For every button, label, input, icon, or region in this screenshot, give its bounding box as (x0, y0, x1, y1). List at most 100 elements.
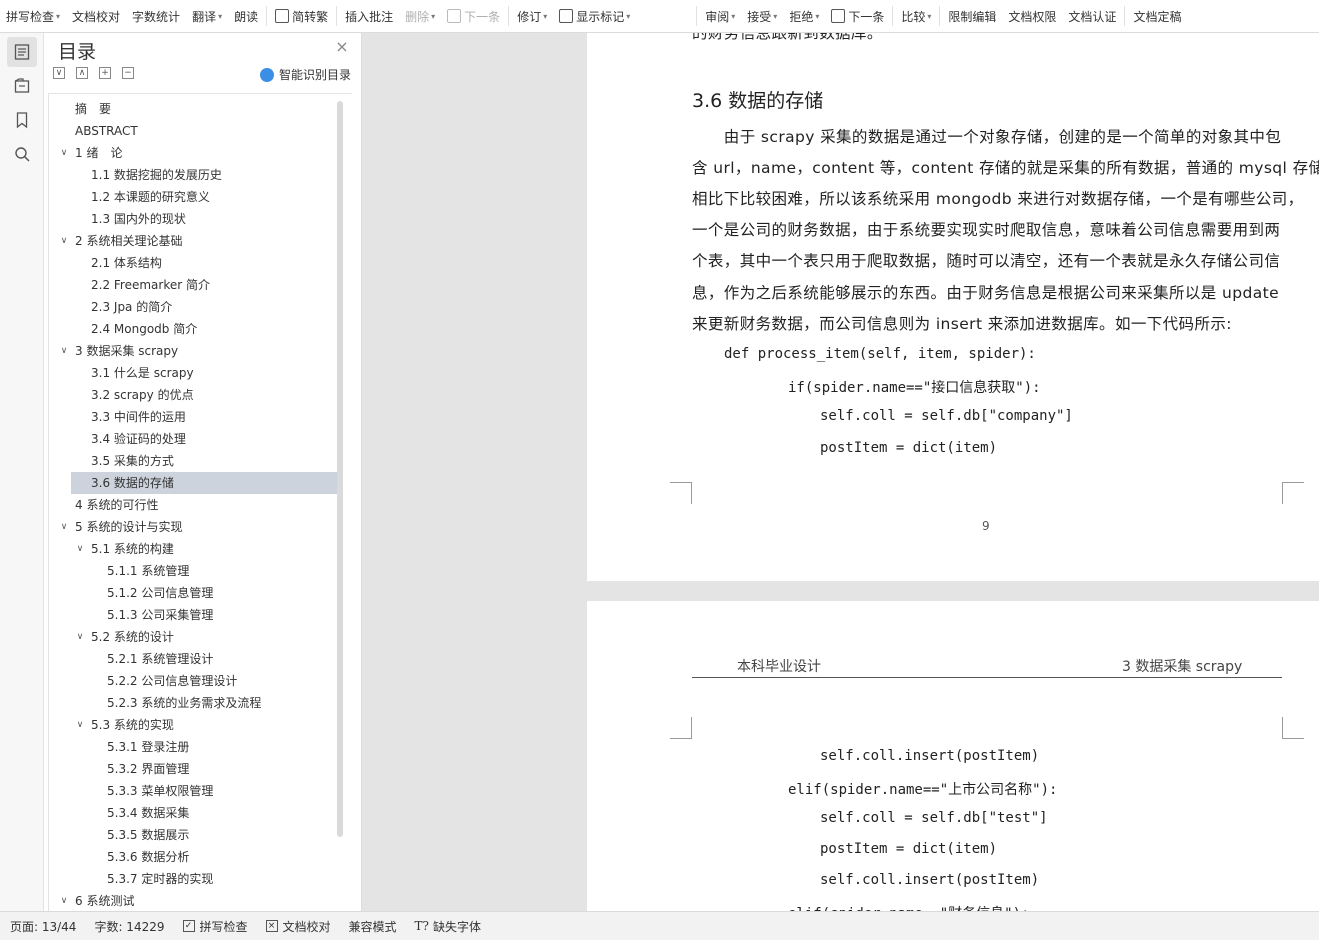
chevron-down-icon[interactable]: ∨ (59, 142, 69, 164)
page-indicator[interactable]: 页面: 13/44 (10, 918, 76, 935)
toc-item-selected[interactable]: 3.6 数据的存储 (71, 472, 337, 494)
toc-item[interactable]: ∨ 6 系统测试 (49, 890, 337, 911)
toc-item-label: 6 系统测试 (75, 894, 135, 908)
toc-item[interactable]: ∨ 3 数据采集 scrapy (49, 340, 337, 362)
read-aloud-button[interactable]: 朗读 (228, 5, 264, 27)
toc-item[interactable]: 1.1 数据挖掘的发展历史 (49, 164, 337, 186)
toc-item[interactable]: ∨ 5.3 系统的实现 (49, 714, 337, 736)
toc-item[interactable]: 5.3.7 定时器的实现 (49, 868, 337, 890)
toc-item-label: 2.3 Jpa 的简介 (91, 300, 173, 314)
missing-font-button[interactable]: T? 缺失字体 (415, 918, 481, 935)
compat-mode-indicator[interactable]: 兼容模式 (349, 918, 397, 935)
toc-scrollbar[interactable] (337, 101, 343, 837)
chapter-pane-button[interactable] (7, 71, 37, 101)
toc-item-label: 3.6 数据的存储 (91, 476, 174, 490)
word-count-button[interactable]: 字数统计 (126, 5, 186, 27)
search-pane-button[interactable] (7, 139, 37, 169)
toc-item[interactable]: 5.2.3 系统的业务需求及流程 (49, 692, 337, 714)
simplified-to-traditional-button[interactable]: 简转繁 (269, 5, 334, 27)
toc-item[interactable]: 5.1.2 公司信息管理 (49, 582, 337, 604)
expand-all-button[interactable]: ∧ (76, 67, 88, 79)
section-heading: 3.6 数据的存储 (692, 90, 824, 112)
delete-comment-button[interactable]: 删除 ▾ (399, 5, 441, 27)
document-finalize-button[interactable]: 文档定稿 (1127, 5, 1187, 27)
toc-item[interactable]: 3.4 验证码的处理 (49, 428, 337, 450)
toc-item[interactable]: 5.3.5 数据展示 (49, 824, 337, 846)
toc-item[interactable]: 2.1 体系结构 (49, 252, 337, 274)
review-toolbar: 拼写检查 ▾ 文档校对 字数统计 翻译 ▾ 朗读 简转繁 插入批注 删除 ▾ 下一条 … (0, 0, 1319, 33)
toc-item-label: 5.2.3 系统的业务需求及流程 (107, 696, 262, 710)
toc-item[interactable]: 摘 要 (49, 98, 337, 120)
bookmark-pane-button[interactable] (7, 105, 37, 135)
show-markup-button[interactable]: 显示标记 ▾ (553, 5, 636, 27)
accept-button[interactable]: 接受 ▾ (741, 5, 783, 27)
toc-item[interactable]: 2.3 Jpa 的简介 (49, 296, 337, 318)
toc-item[interactable]: 2.2 Freemarker 简介 (49, 274, 337, 296)
add-heading-button[interactable]: + (99, 67, 111, 79)
chevron-down-icon[interactable]: ∨ (59, 340, 69, 362)
toc-item[interactable]: 1.2 本课题的研究意义 (49, 186, 337, 208)
next-comment-icon (447, 9, 462, 23)
convert-icon (275, 9, 290, 23)
translate-button[interactable]: 翻译 ▾ (186, 5, 228, 27)
toc-item[interactable]: ABSTRACT (49, 120, 337, 142)
chevron-down-icon[interactable]: ∨ (59, 516, 69, 538)
toc-item[interactable]: 3.3 中间件的运用 (49, 406, 337, 428)
smart-toc-button[interactable]: 智能识别目录 (260, 66, 351, 83)
chevron-down-icon[interactable]: ∨ (75, 626, 85, 648)
toc-item[interactable]: 5.3.1 登录注册 (49, 736, 337, 758)
code-line: postItem = dict(item) (820, 841, 998, 857)
toc-item[interactable]: 5.3.3 菜单权限管理 (49, 780, 337, 802)
toc-item[interactable]: 3.2 scrapy 的优点 (49, 384, 337, 406)
chevron-down-icon[interactable]: ∨ (59, 230, 69, 252)
toc-pane-button[interactable] (7, 37, 37, 67)
toc-item-label: 1.2 本课题的研究意义 (91, 190, 210, 204)
toc-item[interactable]: 5.3.6 数据分析 (49, 846, 337, 868)
chevron-down-icon[interactable]: ∨ (75, 538, 85, 560)
toc-item[interactable]: 5.3.4 数据采集 (49, 802, 337, 824)
toc-item[interactable]: ∨ 5.2 系统的设计 (49, 626, 337, 648)
close-icon[interactable]: × (334, 39, 350, 55)
toc-item[interactable]: ∨ 2 系统相关理论基础 (49, 230, 337, 252)
word-count-indicator[interactable]: 字数: 14229 (94, 918, 164, 935)
toc-item[interactable]: ∨ 5 系统的设计与实现 (49, 516, 337, 538)
next-comment-button[interactable]: 下一条 (441, 5, 506, 27)
document-permission-button[interactable]: 文档权限 (1002, 5, 1062, 27)
chevron-down-icon[interactable]: ∨ (59, 890, 69, 911)
toc-item[interactable]: 5.1.3 公司采集管理 (49, 604, 337, 626)
toc-item[interactable]: 1.3 国内外的现状 (49, 208, 337, 230)
toc-item[interactable]: 5.2.2 公司信息管理设计 (49, 670, 337, 692)
toc-item[interactable]: 4 系统的可行性 (49, 494, 337, 516)
proofread-toggle[interactable]: × 文档校对 (265, 918, 331, 935)
toc-item[interactable]: 2.4 Mongodb 简介 (49, 318, 337, 340)
compare-button[interactable]: 比较 ▾ (895, 5, 937, 27)
next-change-button[interactable]: 下一条 (825, 5, 890, 27)
insert-comment-button[interactable]: 插入批注 (339, 5, 399, 27)
toc-item[interactable]: 3.1 什么是 scrapy (49, 362, 337, 384)
track-changes-button[interactable]: 修订 ▾ (511, 5, 553, 27)
toc-item[interactable]: 5.1.1 系统管理 (49, 560, 337, 582)
toc-item-label: 1.3 国内外的现状 (91, 212, 186, 226)
chevron-down-icon[interactable]: ∨ (75, 714, 85, 736)
chapter-icon (14, 78, 30, 93)
toc-item[interactable]: 5.2.1 系统管理设计 (49, 648, 337, 670)
restrict-editing-button[interactable]: 限制编辑 (942, 5, 1002, 27)
spell-check-button[interactable]: 拼写检查 ▾ (0, 5, 66, 27)
toc-item-label: 4 系统的可行性 (75, 498, 159, 512)
proofread-button[interactable]: 文档校对 (66, 5, 126, 27)
reject-button[interactable]: 拒绝 ▾ (783, 5, 825, 27)
toc-item[interactable]: ∨ 1 绪 论 (49, 142, 337, 164)
review-pane-button[interactable]: 审阅 ▾ (699, 5, 741, 27)
toc-item[interactable]: 3.5 采集的方式 (49, 450, 337, 472)
crop-mark (1282, 482, 1304, 504)
search-icon (15, 147, 30, 162)
collapse-all-button[interactable]: ∨ (53, 67, 65, 79)
toc-item[interactable]: ∨ 5.1 系统的构建 (49, 538, 337, 560)
code-line: self.coll = self.db["company"] (820, 408, 1073, 424)
toc-item[interactable]: 5.3.2 界面管理 (49, 758, 337, 780)
toc-item-label: 5.2 系统的设计 (91, 630, 174, 644)
document-certification-button[interactable]: 文档认证 (1062, 5, 1122, 27)
code-line: elif(spider.name=="上市公司名称"): (788, 782, 1058, 798)
spell-check-toggle[interactable]: ✓ 拼写检查 (182, 918, 248, 935)
remove-heading-button[interactable]: − (122, 67, 134, 79)
